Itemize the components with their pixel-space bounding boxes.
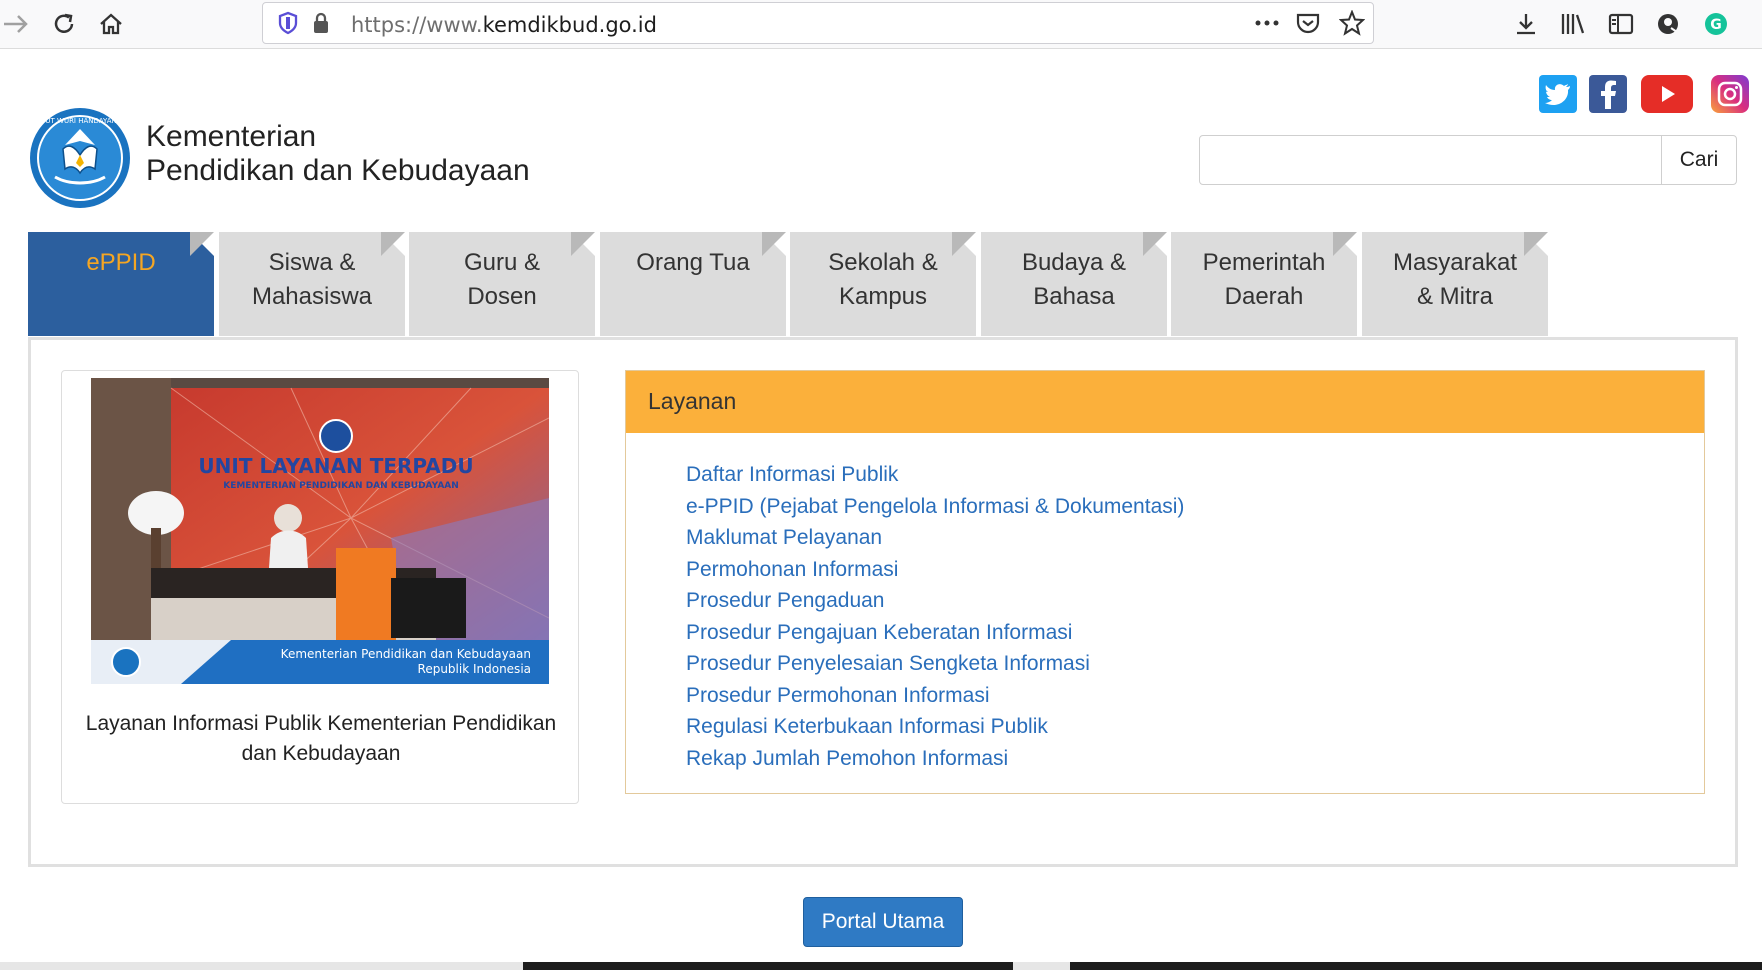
- site-title-line1: Kementerian: [146, 120, 317, 153]
- tab-label-line1: Guru &: [463, 249, 541, 276]
- service-link-permohonan-informasi[interactable]: Permohonan Informasi: [686, 554, 1184, 586]
- taskbar-segment: [523, 962, 1013, 970]
- grammarly-icon[interactable]: G: [1700, 8, 1732, 40]
- category-tabs: ePPID Siswa & Mahasiswa Guru & Dosen Ora…: [28, 232, 1548, 338]
- svg-text:G: G: [1710, 17, 1722, 33]
- tab-corner-shade: [381, 232, 405, 256]
- tab-orang-tua[interactable]: Orang Tua: [600, 232, 786, 336]
- service-link-prosedur-keberatan[interactable]: Prosedur Pengajuan Keberatan Informasi: [686, 617, 1184, 649]
- tab-masyarakat-mitra[interactable]: Masyarakat & Mitra: [1362, 232, 1548, 336]
- portal-utama-button[interactable]: Portal Utama: [803, 897, 963, 947]
- service-link-prosedur-pengaduan[interactable]: Prosedur Pengaduan: [686, 585, 1184, 617]
- service-link-daftar-informasi-publik[interactable]: Daftar Informasi Publik: [686, 459, 1184, 491]
- tab-corner-shade: [1143, 232, 1167, 256]
- photo-banner-line1: Kementerian Pendidikan dan Kebudayaan: [281, 647, 531, 661]
- url-prefix: https://www.: [351, 13, 483, 37]
- tab-corner-shade: [952, 232, 976, 256]
- tab-label-line1: ePPID: [86, 249, 156, 276]
- tab-corner-shade: [571, 232, 595, 256]
- shield-icon[interactable]: [277, 11, 299, 40]
- tab-corner-shade: [1333, 232, 1357, 256]
- facebook-icon[interactable]: [1589, 75, 1627, 113]
- services-panel-title: Layanan: [648, 388, 737, 414]
- address-bar[interactable]: https://www.kemdikbud.go.id: [262, 2, 1374, 44]
- download-icon[interactable]: [1510, 8, 1542, 40]
- tab-label-line2: Bahasa: [1033, 283, 1115, 310]
- service-link-prosedur-permohonan[interactable]: Prosedur Permohonan Informasi: [686, 680, 1184, 712]
- service-unit-photo[interactable]: UNIT LAYANAN TERPADU KEMENTERIAN PENDIDI…: [91, 378, 549, 708]
- youtube-icon[interactable]: [1641, 75, 1693, 113]
- ministry-logo[interactable]: TUT WURI HANDAYANI: [29, 107, 131, 209]
- tab-guru-dosen[interactable]: Guru & Dosen: [409, 232, 595, 336]
- home-icon[interactable]: [95, 8, 127, 40]
- services-panel-header: Layanan: [626, 371, 1704, 433]
- service-link-prosedur-sengketa[interactable]: Prosedur Penyelesaian Sengketa Informasi: [686, 648, 1184, 680]
- site-title[interactable]: Kementerian Pendidikan dan Kebudayaan: [146, 120, 530, 188]
- twitter-icon[interactable]: [1539, 75, 1577, 113]
- tab-label-line1: Sekolah &: [828, 249, 938, 276]
- tab-sekolah-kampus[interactable]: Sekolah & Kampus: [790, 232, 976, 336]
- service-link-eppid[interactable]: e-PPID (Pejabat Pengelola Informasi & Do…: [686, 491, 1184, 523]
- star-icon[interactable]: [1338, 9, 1366, 41]
- tab-budaya-bahasa[interactable]: Budaya & Bahasa: [981, 232, 1167, 336]
- tab-corner-shade: [190, 232, 214, 256]
- site-title-line2: Pendidikan dan Kebudayaan: [146, 154, 530, 187]
- tab-label-line1: Orang Tua: [636, 249, 750, 276]
- tab-pemerintah-daerah[interactable]: Pemerintah Daerah: [1171, 232, 1357, 336]
- account-icon[interactable]: [1652, 8, 1684, 40]
- instagram-icon[interactable]: [1711, 75, 1749, 113]
- reader-icon[interactable]: [1605, 8, 1637, 40]
- tab-label-line1: Pemerintah: [1202, 249, 1326, 276]
- photo-sign-subtitle: KEMENTERIAN PENDIDIKAN DAN KEBUDAYAAN: [223, 481, 459, 491]
- service-link-maklumat-pelayanan[interactable]: Maklumat Pelayanan: [686, 522, 1184, 554]
- svg-text:TUT WURI HANDAYANI: TUT WURI HANDAYANI: [40, 117, 119, 125]
- tab-label-line1: Masyarakat: [1392, 249, 1518, 276]
- service-link-regulasi-keterbukaan[interactable]: Regulasi Keterbukaan Informasi Publik: [686, 711, 1184, 743]
- services-panel: Layanan Daftar Informasi Publik e-PPID (…: [625, 370, 1705, 794]
- search-button[interactable]: Cari: [1661, 135, 1737, 185]
- browser-toolbar: https://www.kemdikbud.go.id G: [0, 0, 1762, 49]
- tab-label-line2: Dosen: [467, 283, 537, 310]
- search-input[interactable]: [1199, 135, 1662, 185]
- photo-banner-line2: Republik Indonesia: [418, 662, 531, 676]
- tab-label-line1: Budaya &: [1021, 249, 1127, 276]
- photo-caption: Layanan Informasi Publik Kementerian Pen…: [85, 712, 557, 765]
- services-list: Daftar Informasi Publik e-PPID (Pejabat …: [686, 459, 1184, 774]
- tab-eppid[interactable]: ePPID: [28, 232, 214, 336]
- taskbar-segment: [1070, 962, 1762, 970]
- pocket-icon[interactable]: [1295, 10, 1321, 41]
- tab-corner-shade: [1524, 232, 1548, 256]
- tab-siswa-mahasiswa[interactable]: Siswa & Mahasiswa: [219, 232, 405, 336]
- reload-icon[interactable]: [48, 8, 80, 40]
- tab-label-line2: Mahasiswa: [251, 283, 373, 310]
- url-domain: kemdikbud.go.id: [482, 13, 657, 37]
- tab-label-line2: Kampus: [838, 283, 928, 310]
- more-icon[interactable]: [1253, 11, 1281, 40]
- library-icon[interactable]: [1557, 8, 1589, 40]
- photo-sign-title: UNIT LAYANAN TERPADU: [198, 454, 473, 478]
- lock-icon[interactable]: [311, 11, 331, 40]
- tab-corner-shade: [762, 232, 786, 256]
- service-link-rekap-pemohon[interactable]: Rekap Jumlah Pemohon Informasi: [686, 743, 1184, 775]
- tab-label-line2: & Mitra: [1416, 283, 1493, 310]
- forward-icon[interactable]: [0, 8, 32, 40]
- tab-label-line1: Siswa &: [268, 249, 356, 276]
- url-text[interactable]: https://www.kemdikbud.go.id: [351, 13, 657, 37]
- tab-label-line2: Daerah: [1224, 283, 1304, 310]
- photo-card: UNIT LAYANAN TERPADU KEMENTERIAN PENDIDI…: [61, 370, 579, 804]
